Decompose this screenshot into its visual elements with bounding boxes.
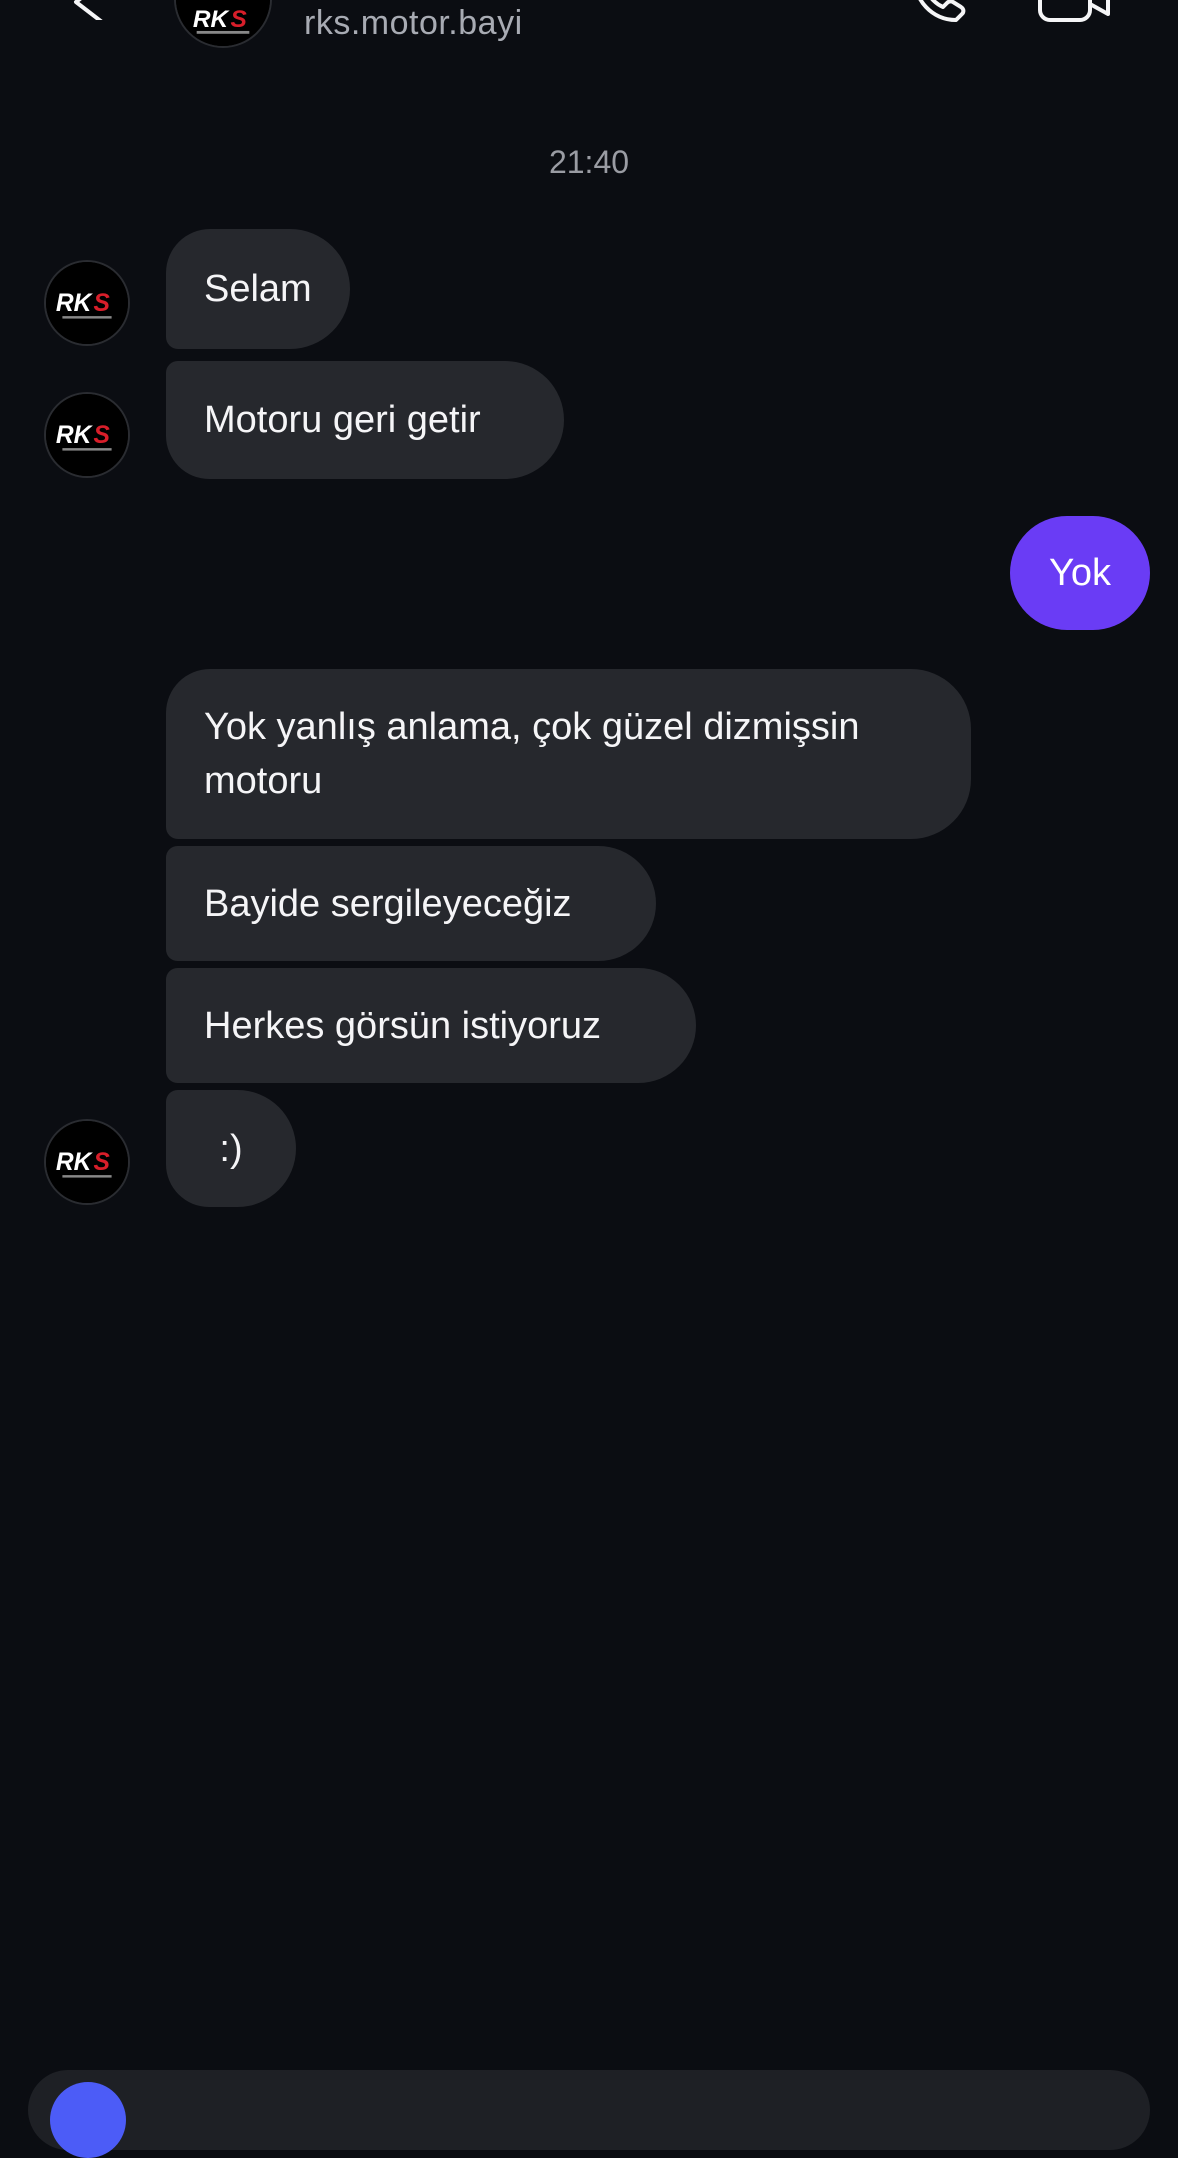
- message-bubble-incoming[interactable]: Bayide sergileyeceğiz: [166, 846, 656, 961]
- message-bubble-incoming[interactable]: Motoru geri getir: [166, 361, 564, 479]
- svg-text:RK: RK: [56, 422, 94, 449]
- svg-text:S: S: [94, 1149, 111, 1176]
- camera-button[interactable]: [50, 2082, 126, 2158]
- rks-logo: RK S: [46, 262, 128, 344]
- message-bubble-incoming[interactable]: Yok yanlış anlama, çok güzel dizmişsin m…: [166, 669, 971, 839]
- audio-call-button[interactable]: [908, 0, 968, 30]
- message-text: :): [219, 1127, 243, 1170]
- message-text: Motoru geri getir: [204, 399, 481, 441]
- message-text: Yok yanlış anlama, çok güzel dizmişsin m…: [204, 706, 860, 802]
- sender-avatar[interactable]: RK S: [44, 1119, 130, 1205]
- svg-text:S: S: [94, 290, 111, 317]
- message-text: Herkes görsün istiyoruz: [204, 1004, 602, 1047]
- sender-avatar[interactable]: RK S: [44, 392, 130, 478]
- message-text: Bayide sergileyeceğiz: [204, 882, 572, 925]
- video-camera-icon: [1038, 0, 1110, 22]
- back-button[interactable]: [70, 0, 110, 24]
- message-bubble-outgoing[interactable]: Yok: [1010, 516, 1150, 630]
- chevron-left-icon: [74, 0, 104, 24]
- svg-text:RK: RK: [56, 290, 94, 317]
- phone-icon: [918, 0, 966, 22]
- svg-text:RK: RK: [193, 6, 231, 33]
- chat-username[interactable]: rks.motor.bayi: [304, 4, 523, 43]
- svg-text:S: S: [94, 422, 111, 449]
- message-bubble-incoming[interactable]: Selam: [166, 229, 350, 349]
- rks-logo: RK S: [46, 394, 128, 476]
- message-bubble-incoming[interactable]: :): [166, 1090, 296, 1207]
- message-timestamp: 21:40: [548, 144, 630, 180]
- profile-avatar[interactable]: RK S: [174, 0, 272, 48]
- rks-logo: RK S: [46, 1121, 128, 1203]
- chat-header: RK S rks.motor.bayi: [0, 0, 1178, 60]
- sender-avatar[interactable]: RK S: [44, 260, 130, 346]
- svg-text:S: S: [231, 6, 248, 33]
- message-text: Yok: [1049, 551, 1111, 594]
- message-text: Selam: [204, 268, 312, 310]
- svg-text:RK: RK: [56, 1149, 94, 1176]
- message-bubble-incoming[interactable]: Herkes görsün istiyoruz: [166, 968, 696, 1083]
- message-composer[interactable]: [28, 2070, 1150, 2150]
- video-call-button[interactable]: [1036, 0, 1112, 26]
- rks-logo: RK S: [176, 0, 270, 46]
